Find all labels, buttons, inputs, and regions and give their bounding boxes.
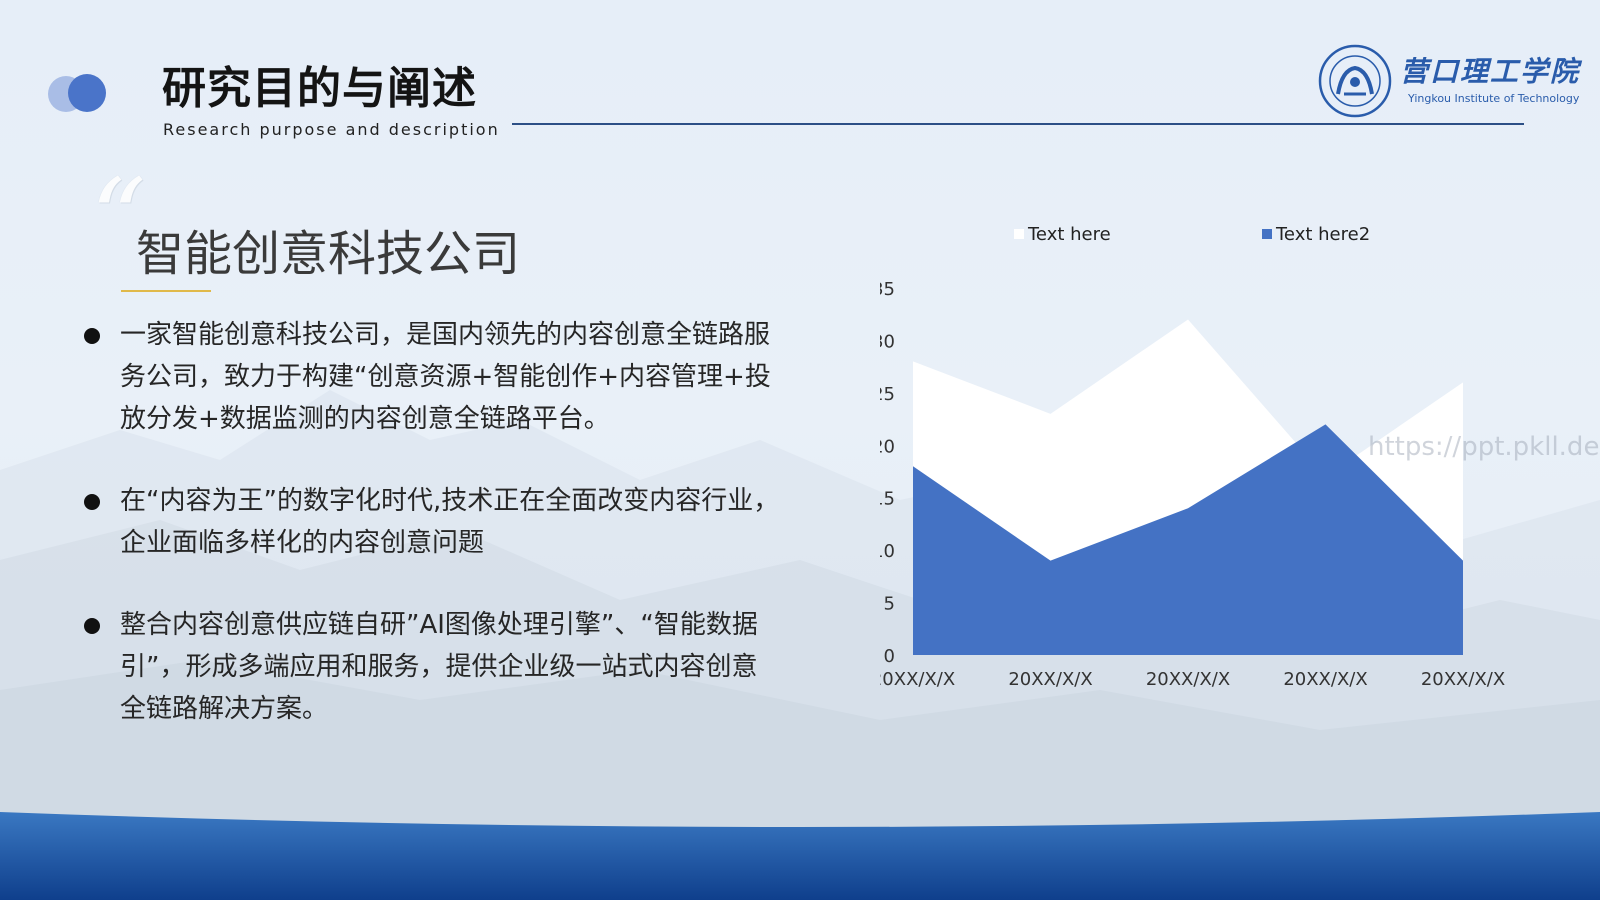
header-decoration-dots [46, 72, 116, 116]
institute-logo: 营口理工学院 Yingkou Institute of Technology [1318, 44, 1581, 120]
bullet-text: 一家智能创意科技公司，是国内领先的内容创意全链路服务公司，致力于构建“创意资源+… [120, 320, 771, 434]
y-tick-label: 15 [880, 489, 895, 510]
bullet-item: 整合内容创意供应链自研”AI图像处理引擎”、“智能数据引”，形成多端应用和服务，… [80, 604, 780, 730]
y-tick-label: 5 [884, 594, 895, 615]
x-tick-label: 20XX/X/X [1421, 669, 1505, 690]
x-tick-label: 20XX/X/X [1008, 669, 1092, 690]
logo-name-cn: 营口理工学院 [1400, 55, 1581, 88]
y-tick-label: 10 [880, 541, 895, 562]
bullet-list: 一家智能创意科技公司，是国内领先的内容创意全链路服务公司，致力于构建“创意资源+… [80, 314, 780, 730]
bullet-dot-icon [84, 618, 100, 634]
y-tick-label: 20 [880, 436, 895, 457]
logo-name-en: Yingkou Institute of Technology [1408, 92, 1580, 105]
page-subtitle: Research purpose and description [163, 120, 500, 139]
legend-label: Text here2 [1275, 224, 1370, 245]
bullet-text: 整合内容创意供应链自研”AI图像处理引擎”、“智能数据引”，形成多端应用和服务，… [120, 610, 758, 724]
bullet-text: 在“内容为王”的数字化时代,技术正在全面改变内容行业，企业面临多样化的内容创意问… [120, 486, 780, 558]
bullet-item: 一家智能创意科技公司，是国内领先的内容创意全链路服务公司，致力于构建“创意资源+… [80, 314, 780, 440]
seal-icon [1318, 44, 1392, 118]
legend-swatch [1014, 229, 1024, 239]
legend-label: Text here [1027, 224, 1111, 245]
page-title: 研究目的与阐述 [162, 63, 477, 114]
y-tick-label: 35 [880, 279, 895, 300]
y-tick-label: 25 [880, 384, 895, 405]
section-heading: 智能创意科技公司 [136, 226, 521, 282]
bullet-dot-icon [84, 494, 100, 510]
x-tick-label: 20XX/X/X [1146, 669, 1230, 690]
dot-dark [68, 74, 106, 112]
legend-swatch [1262, 229, 1272, 239]
header-divider [512, 123, 1524, 125]
x-tick-label: 20XX/X/X [1283, 669, 1367, 690]
bullet-dot-icon [84, 328, 100, 344]
heading-accent-line [121, 290, 211, 292]
area-chart: Text here Text here2 0 5 10 15 20 25 30 35 20XX/X/… [880, 224, 1505, 690]
bullet-item: 在“内容为王”的数字化时代,技术正在全面改变内容行业，企业面临多样化的内容创意问… [80, 480, 780, 564]
y-tick-label: 30 [880, 331, 895, 352]
x-tick-label: 20XX/X/X [880, 669, 955, 690]
y-tick-label: 0 [884, 646, 895, 667]
watermark-text: https://ppt.pkll.de [1368, 432, 1600, 462]
